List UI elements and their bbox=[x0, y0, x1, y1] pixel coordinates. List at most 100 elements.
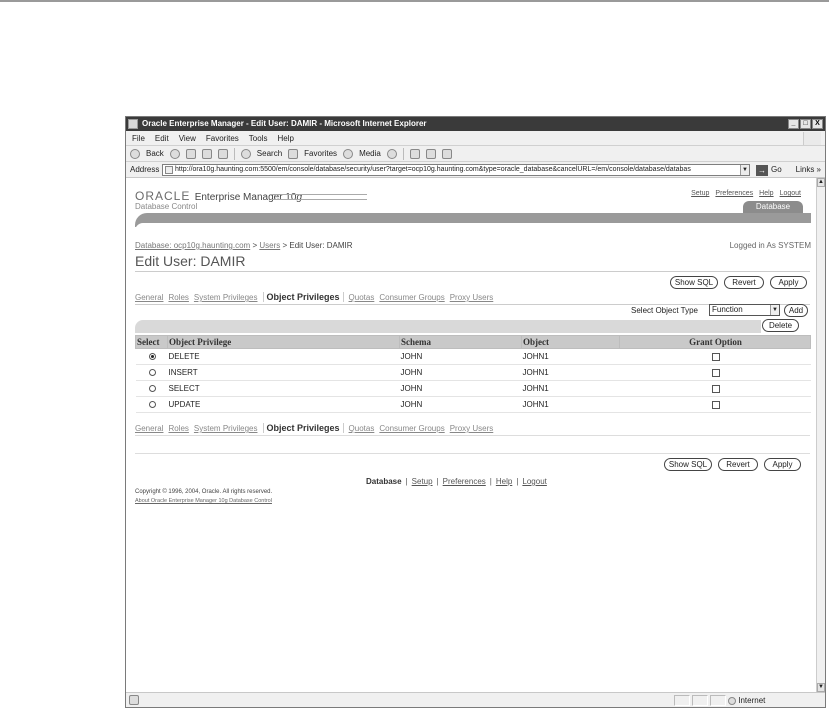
object-cell: JOHN1 bbox=[521, 380, 620, 397]
tab-quotas[interactable]: Quotas bbox=[349, 424, 375, 433]
scroll-up-arrow-icon[interactable]: ▲ bbox=[817, 178, 825, 187]
status-cell bbox=[674, 695, 690, 706]
delete-button[interactable]: Delete bbox=[762, 319, 799, 332]
breadcrumb-current: Edit User: DAMIR bbox=[289, 241, 353, 250]
stop-icon[interactable] bbox=[185, 148, 196, 159]
footer-preferences-link[interactable]: Preferences bbox=[443, 477, 486, 486]
history-icon[interactable] bbox=[386, 148, 397, 159]
tab-roles[interactable]: Roles bbox=[168, 424, 188, 433]
windows-logo-icon bbox=[803, 132, 821, 145]
table-row: DELETE JOHN JOHN1 bbox=[135, 348, 811, 365]
tab-consumer-groups[interactable]: Consumer Groups bbox=[379, 424, 444, 433]
object-type-select[interactable]: Function ▼ bbox=[709, 304, 780, 316]
database-tab[interactable]: Database bbox=[743, 201, 803, 213]
grant-option-checkbox[interactable] bbox=[711, 352, 720, 361]
media-button[interactable]: Media bbox=[359, 146, 381, 162]
grant-option-checkbox[interactable] bbox=[711, 400, 720, 409]
help-link[interactable]: Help bbox=[759, 190, 773, 197]
footer-separator: | bbox=[489, 477, 492, 486]
footer-logout-link[interactable]: Logout bbox=[522, 477, 546, 486]
globe-icon bbox=[728, 696, 736, 705]
toolbar-separator bbox=[233, 147, 235, 160]
tab-quotas[interactable]: Quotas bbox=[349, 293, 375, 302]
add-button[interactable]: Add bbox=[784, 304, 808, 317]
tab-object-privileges[interactable]: Object Privileges bbox=[262, 423, 344, 433]
tab-consumer-groups[interactable]: Consumer Groups bbox=[379, 293, 444, 302]
page-top-rule bbox=[0, 0, 829, 2]
back-arrow-icon[interactable] bbox=[130, 148, 140, 159]
about-em-link[interactable]: About Oracle Enterprise Manager 10g Data… bbox=[135, 498, 272, 504]
object-privileges-table: Select Object Privilege Schema Object Gr… bbox=[135, 335, 811, 413]
apply-button-bottom[interactable]: Apply bbox=[764, 458, 801, 471]
forward-arrow-icon[interactable] bbox=[169, 148, 180, 159]
browser-window: Oracle Enterprise Manager - Edit User: D… bbox=[125, 116, 826, 708]
menu-help[interactable]: Help bbox=[277, 131, 293, 145]
apply-button[interactable]: Apply bbox=[770, 276, 807, 289]
tab-proxy-users[interactable]: Proxy Users bbox=[450, 424, 494, 433]
tab-proxy-users[interactable]: Proxy Users bbox=[450, 293, 494, 302]
menu-view[interactable]: View bbox=[179, 131, 196, 145]
tab-object-privileges[interactable]: Object Privileges bbox=[262, 292, 344, 302]
show-sql-button[interactable]: Show SQL bbox=[670, 276, 718, 289]
refresh-icon[interactable] bbox=[201, 148, 212, 159]
header-band-curve bbox=[135, 223, 811, 231]
home-icon[interactable] bbox=[217, 148, 228, 159]
footer-separator: | bbox=[516, 477, 519, 486]
footer-setup-link[interactable]: Setup bbox=[412, 477, 433, 486]
minimize-button[interactable]: _ bbox=[788, 119, 799, 129]
footer-help-link[interactable]: Help bbox=[496, 477, 512, 486]
vertical-scrollbar[interactable]: ▲ ▼ bbox=[816, 178, 825, 692]
menu-file[interactable]: File bbox=[132, 131, 145, 145]
print-icon[interactable] bbox=[425, 148, 436, 159]
preferences-link[interactable]: Preferences bbox=[715, 190, 753, 197]
subtabs-bottom: General Roles System Privileges Object P… bbox=[135, 423, 493, 433]
tab-general[interactable]: General bbox=[135, 293, 163, 302]
menu-tools[interactable]: Tools bbox=[249, 131, 268, 145]
ie-app-icon bbox=[128, 119, 138, 129]
tab-general[interactable]: General bbox=[135, 424, 163, 433]
breadcrumb-separator: > bbox=[252, 241, 258, 250]
media-icon[interactable] bbox=[343, 148, 354, 159]
col-grant-option: Grant Option bbox=[619, 335, 811, 349]
setup-link[interactable]: Setup bbox=[691, 190, 709, 197]
row-radio-selected[interactable] bbox=[148, 353, 156, 361]
go-button[interactable]: → Go bbox=[756, 164, 782, 176]
tab-roles[interactable]: Roles bbox=[168, 293, 188, 302]
global-links: Setup Preferences Help Logout bbox=[691, 190, 801, 197]
privilege-cell: INSERT bbox=[167, 364, 400, 381]
row-radio[interactable] bbox=[148, 401, 156, 409]
breadcrumb-database[interactable]: Database: ocp10g.haunting.com bbox=[135, 241, 250, 250]
breadcrumb-users[interactable]: Users bbox=[259, 241, 280, 250]
show-sql-button-bottom[interactable]: Show SQL bbox=[664, 458, 712, 471]
grant-option-checkbox[interactable] bbox=[711, 368, 720, 377]
tab-system-privileges[interactable]: System Privileges bbox=[194, 424, 258, 433]
revert-button[interactable]: Revert bbox=[724, 276, 764, 289]
maximize-button[interactable]: □ bbox=[800, 119, 811, 129]
row-radio[interactable] bbox=[148, 385, 156, 393]
search-button[interactable]: Search bbox=[257, 146, 282, 162]
menu-edit[interactable]: Edit bbox=[155, 131, 169, 145]
close-button[interactable]: X bbox=[812, 119, 823, 129]
tab-system-privileges[interactable]: System Privileges bbox=[194, 293, 258, 302]
favorites-star-icon[interactable] bbox=[288, 148, 299, 159]
col-select: Select bbox=[135, 335, 168, 349]
grant-option-checkbox[interactable] bbox=[711, 384, 720, 393]
edit-page-icon[interactable] bbox=[441, 148, 452, 159]
table-row: UPDATE JOHN JOHN1 bbox=[135, 396, 811, 413]
favorites-button[interactable]: Favorites bbox=[304, 146, 337, 162]
privilege-cell: UPDATE bbox=[167, 396, 400, 413]
search-icon[interactable] bbox=[240, 148, 251, 159]
table-header-band bbox=[135, 320, 761, 333]
scroll-down-arrow-icon[interactable]: ▼ bbox=[817, 683, 825, 692]
title-bar: Oracle Enterprise Manager - Edit User: D… bbox=[126, 117, 825, 131]
address-input[interactable]: http://ora10g.haunting.com:5500/em/conso… bbox=[162, 164, 750, 176]
address-dropdown-icon[interactable]: ▼ bbox=[740, 165, 749, 175]
menu-favorites[interactable]: Favorites bbox=[206, 131, 239, 145]
logout-link[interactable]: Logout bbox=[780, 190, 801, 197]
row-radio[interactable] bbox=[148, 369, 156, 377]
back-button[interactable]: Back bbox=[146, 146, 164, 162]
links-button[interactable]: Links » bbox=[796, 162, 821, 178]
subtabs-top: General Roles System Privileges Object P… bbox=[135, 292, 493, 302]
mail-icon[interactable] bbox=[409, 148, 420, 159]
revert-button-bottom[interactable]: Revert bbox=[718, 458, 758, 471]
